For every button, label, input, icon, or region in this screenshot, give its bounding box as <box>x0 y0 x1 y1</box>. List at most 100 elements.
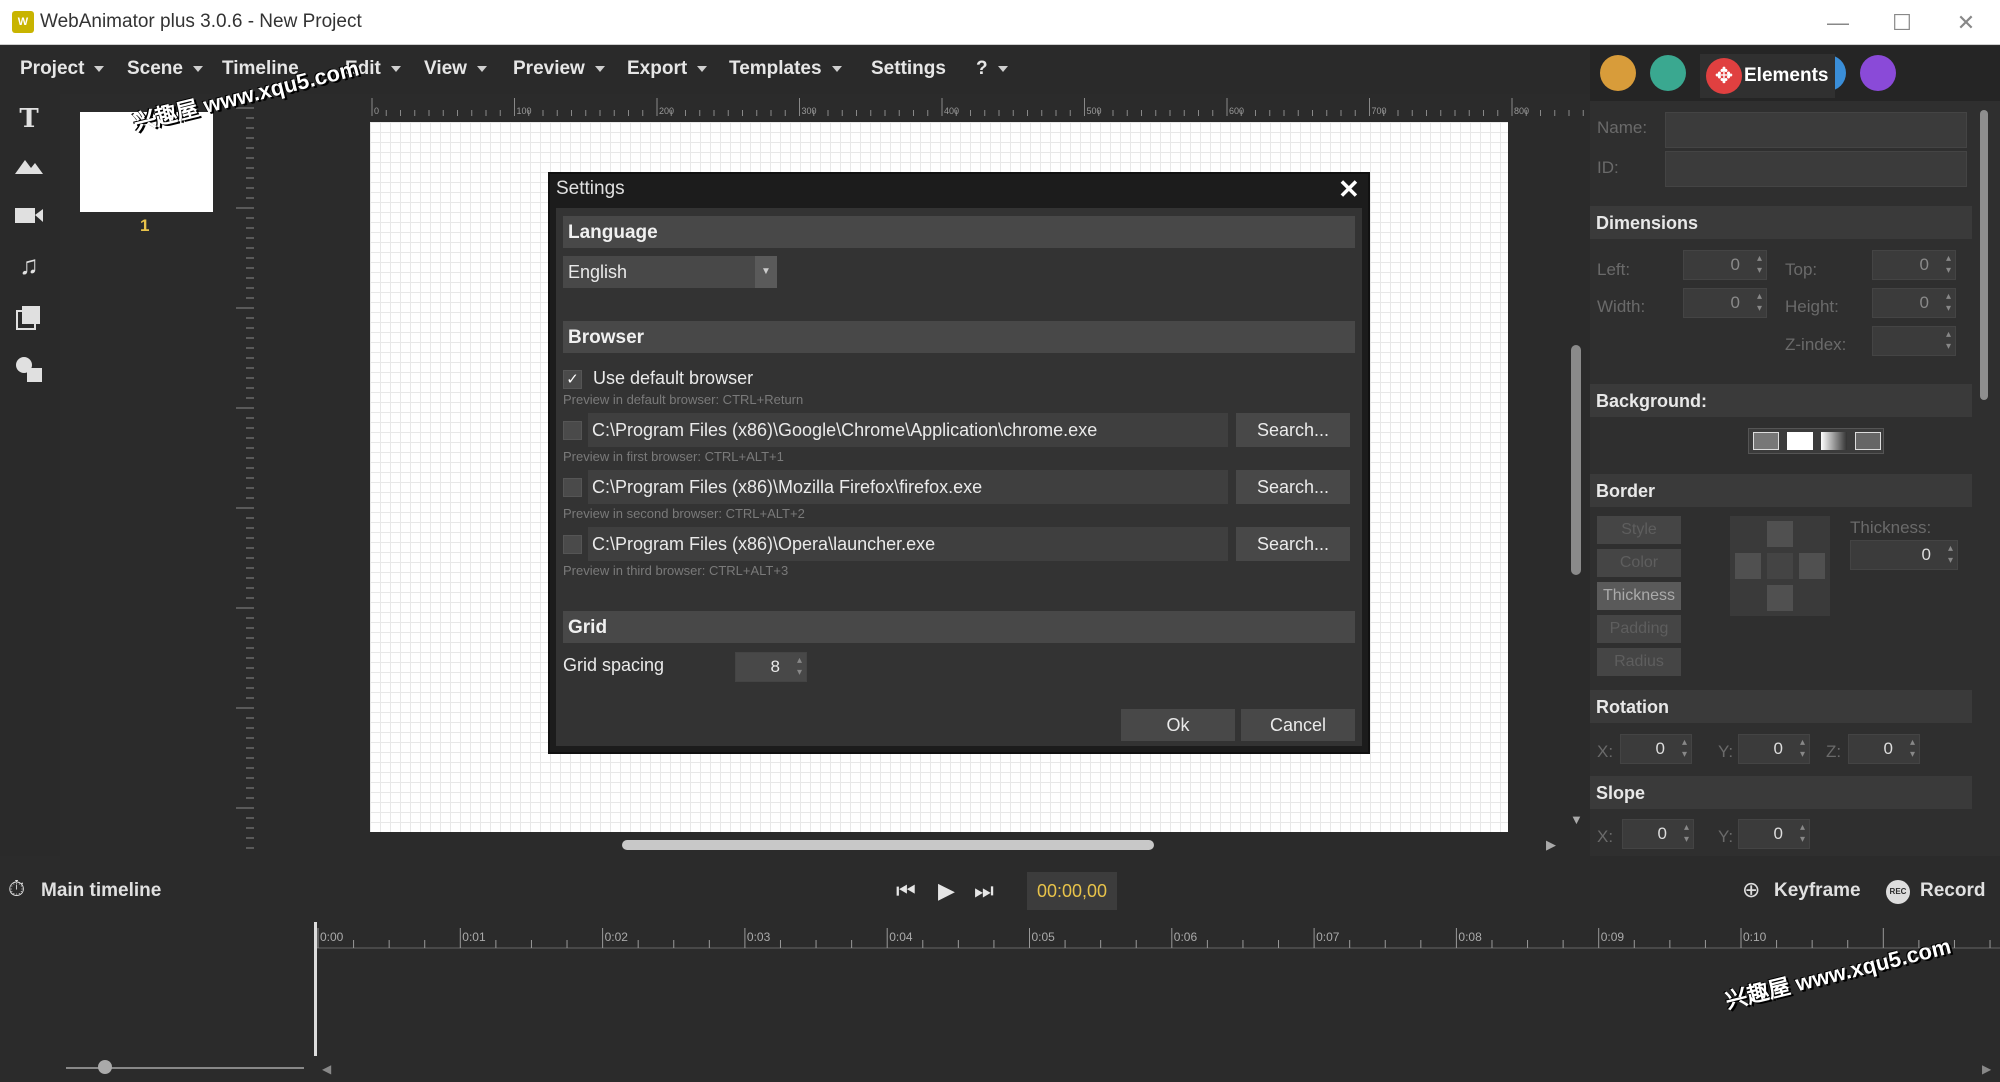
record-button[interactable]: Record <box>1920 880 1985 902</box>
close-window-button[interactable]: ✕ <box>1946 8 1986 38</box>
keyframe-button[interactable]: Keyframe <box>1774 880 1861 902</box>
rotation-z-stepper[interactable]: 0 <box>1848 734 1920 764</box>
browser-2-path-field[interactable]: C:\Program Files (x86)\Mozilla Firefox\f… <box>588 470 1228 504</box>
browser-2-checkbox[interactable] <box>563 478 582 497</box>
solid-color-icon[interactable] <box>1787 432 1813 450</box>
playhead[interactable] <box>314 922 317 1056</box>
menu-preview[interactable]: Preview <box>513 58 605 80</box>
dimensions-header[interactable]: Dimensions <box>1590 206 1972 239</box>
menu-templates[interactable]: Templates <box>729 58 842 80</box>
browser-2-hint: Preview in second browser: CTRL+ALT+2 <box>563 506 805 521</box>
video-tool-icon[interactable] <box>12 198 46 232</box>
tab-elements[interactable]: ✥ Elements <box>1700 54 1835 98</box>
horizontal-scrollbar[interactable] <box>622 840 1154 850</box>
ok-button[interactable]: Ok <box>1121 709 1235 741</box>
background-header[interactable]: Background: <box>1590 384 1972 417</box>
thickness-stepper[interactable]: 0 <box>1850 540 1958 570</box>
menu-settings[interactable]: Settings <box>871 58 946 80</box>
image-background-icon[interactable] <box>1855 432 1881 450</box>
minimize-button[interactable]: — <box>1818 8 1858 38</box>
rotation-header[interactable]: Rotation <box>1590 690 1972 723</box>
browser-3-search-button[interactable]: Search... <box>1236 527 1350 561</box>
browser-1-checkbox[interactable] <box>563 421 582 440</box>
timeline-scroll-left-icon[interactable]: ◀ <box>322 1062 331 1076</box>
slope-y-stepper[interactable]: 0 <box>1738 819 1810 849</box>
text-tool-icon[interactable]: T <box>12 102 46 136</box>
add-keyframe-icon[interactable]: ⊕ <box>1742 877 1760 903</box>
skip-back-icon[interactable]: ⏮ <box>896 878 916 904</box>
scroll-down-arrow-icon[interactable]: ▼ <box>1570 812 1583 827</box>
no-background-icon[interactable] <box>1753 432 1779 450</box>
properties-scrollbar[interactable] <box>1980 110 1988 400</box>
chevron-down-icon <box>94 65 105 72</box>
ruler-tick-label: 600 <box>1229 106 1244 116</box>
default-browser-checkbox[interactable]: ✓ <box>563 370 582 389</box>
zindex-stepper[interactable] <box>1872 326 1956 356</box>
timeline-scroll-right-icon[interactable]: ▶ <box>1982 1062 1991 1076</box>
animation-tab-icon[interactable] <box>1860 55 1896 91</box>
timeline-tick-label: 0:05 <box>1031 930 1055 944</box>
menu-view[interactable]: View <box>424 58 487 80</box>
rotation-z-label: Z: <box>1826 742 1842 761</box>
scroll-right-arrow-icon[interactable]: ▶ <box>1546 837 1556 853</box>
slope-y-label: Y: <box>1718 827 1734 846</box>
ruler-tick-label: 200 <box>659 106 674 116</box>
thickness-label: Thickness: <box>1850 518 1932 537</box>
menu-project[interactable]: Project <box>20 58 105 80</box>
audio-tool-icon[interactable]: ♫ <box>12 248 46 282</box>
shapes-tool-icon[interactable] <box>12 352 46 386</box>
zoom-slider-handle[interactable] <box>98 1060 112 1074</box>
slope-x-stepper[interactable]: 0 <box>1622 819 1694 849</box>
timeline-tick-label: 0:06 <box>1173 930 1198 944</box>
border-style-button[interactable]: Style <box>1597 516 1681 544</box>
menu-scene[interactable]: Scene <box>127 58 203 80</box>
browser-2-search-button[interactable]: Search... <box>1236 470 1350 504</box>
scene-tab-icon[interactable] <box>1650 55 1686 91</box>
image-tool-icon[interactable] <box>12 148 46 182</box>
height-stepper[interactable]: 0 <box>1872 288 1956 318</box>
ruler-tick-label: 300 <box>802 106 817 116</box>
browser-3-path-field[interactable]: C:\Program Files (x86)\Opera\launcher.ex… <box>588 527 1228 561</box>
close-icon[interactable]: ✕ <box>1338 174 1360 205</box>
move-icon: ✥ <box>1706 58 1742 94</box>
border-color-button[interactable]: Color <box>1597 549 1681 577</box>
rotation-y-label: Y: <box>1718 742 1734 761</box>
browser-3-checkbox[interactable] <box>563 535 582 554</box>
html5-tab-icon[interactable] <box>1600 55 1636 91</box>
default-browser-hint: Preview in default browser: CTRL+Return <box>563 392 804 407</box>
chevron-down-icon <box>192 65 203 72</box>
grid-spacing-stepper[interactable]: 8 <box>735 652 807 682</box>
border-side-selector[interactable] <box>1730 516 1830 616</box>
browser-3-hint: Preview in third browser: CTRL+ALT+3 <box>563 563 789 578</box>
slope-x-label: X: <box>1597 827 1614 846</box>
cancel-button[interactable]: Cancel <box>1241 709 1355 741</box>
id-field[interactable] <box>1665 151 1967 187</box>
browser-1-search-button[interactable]: Search... <box>1236 413 1350 447</box>
border-thickness-button[interactable]: Thickness <box>1597 582 1681 610</box>
menu-export[interactable]: Export <box>627 58 708 80</box>
vertical-scrollbar[interactable] <box>1571 345 1581 575</box>
gradient-icon[interactable] <box>1821 432 1847 450</box>
skip-forward-icon[interactable]: ⏭ <box>974 878 994 904</box>
layers-tool-icon[interactable] <box>12 300 46 334</box>
chevron-down-icon <box>831 65 842 72</box>
record-icon[interactable]: REC <box>1886 880 1910 904</box>
left-stepper[interactable]: 0 <box>1683 250 1767 280</box>
top-stepper[interactable]: 0 <box>1872 250 1956 280</box>
border-radius-button[interactable]: Radius <box>1597 648 1681 676</box>
maximize-button[interactable]: ☐ <box>1882 8 1922 38</box>
browser-1-path-field[interactable]: C:\Program Files (x86)\Google\Chrome\App… <box>588 413 1228 447</box>
ruler-tick-label: 800 <box>1514 106 1529 116</box>
play-icon[interactable]: ▶ <box>938 878 955 904</box>
menu-help[interactable]: ? <box>976 58 1008 80</box>
chevron-down-icon <box>697 65 708 72</box>
border-padding-button[interactable]: Padding <box>1597 615 1681 643</box>
window-titlebar: W WebAnimator plus 3.0.6 - New Project —… <box>0 0 2000 45</box>
name-field[interactable] <box>1665 112 1967 148</box>
border-header[interactable]: Border <box>1590 474 1972 507</box>
rotation-x-stepper[interactable]: 0 <box>1620 734 1692 764</box>
slope-header[interactable]: Slope <box>1590 776 1972 809</box>
width-stepper[interactable]: 0 <box>1683 288 1767 318</box>
rotation-y-stepper[interactable]: 0 <box>1738 734 1810 764</box>
language-select[interactable]: English ▼ <box>563 256 777 288</box>
